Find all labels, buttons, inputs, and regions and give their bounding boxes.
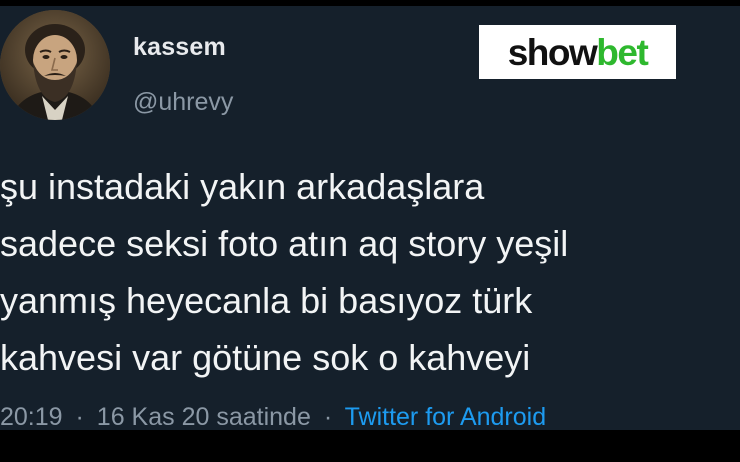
portrait-icon (0, 10, 110, 120)
tweet-meta: 20:19 · 16 Kas 20 saatinde · Twitter for… (0, 403, 546, 430)
showbet-logo: show bet (479, 25, 676, 79)
tweet-time[interactable]: 20:19 (0, 403, 63, 430)
avatar[interactable] (0, 10, 110, 120)
tweet-source-link[interactable]: Twitter for Android (345, 403, 546, 430)
logo-part-show: show (507, 31, 598, 73)
tweet-text: şu instadaki yakın arkadaşlara sadece se… (0, 158, 740, 386)
logo-part-bet: bet (596, 31, 649, 73)
tweet-line: sadece seksi foto atın aq story yeşil (0, 223, 569, 264)
tweet-date[interactable]: 16 Kas 20 saatinde (97, 403, 311, 430)
tweet-card: kassem @uhrevy show bet şu instadaki yakı… (0, 6, 740, 430)
tweet-line: yanmış heyecanla bi basıyoz türk (0, 280, 533, 321)
tweet-line: kahvesi var götüne sok o kahveyi (0, 337, 531, 378)
screenshot-frame: kassem @uhrevy show bet şu instadaki yakı… (0, 0, 740, 462)
meta-separator: · (75, 403, 84, 430)
tweet-line: şu instadaki yakın arkadaşlara (0, 166, 485, 207)
meta-separator: · (323, 403, 333, 430)
user-handle[interactable]: @uhrevy (133, 88, 233, 117)
display-name[interactable]: kassem (133, 33, 226, 62)
